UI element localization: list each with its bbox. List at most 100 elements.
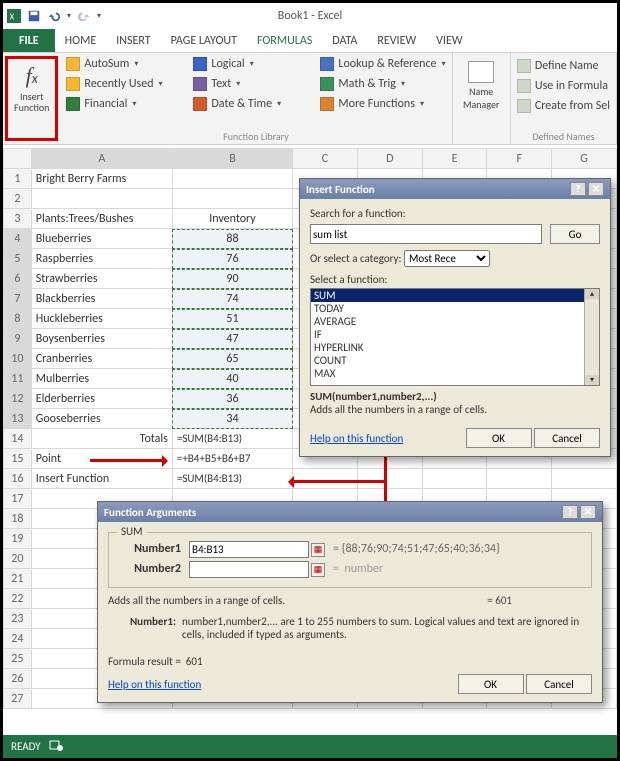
dialog-title-bar[interactable]: Insert Function ? ✕ — [300, 179, 610, 199]
macro-record-icon[interactable] — [49, 738, 63, 755]
col-header-B[interactable]: B — [172, 149, 292, 169]
cell-A1[interactable]: Bright Berry Farms — [31, 169, 172, 189]
cell-F16[interactable] — [487, 469, 552, 489]
col-header-C[interactable]: C — [293, 149, 358, 169]
cell-G16[interactable] — [552, 469, 617, 489]
cell-B4[interactable]: 88 — [172, 229, 292, 249]
row-header-9[interactable]: 9 — [4, 329, 32, 349]
row-header-26[interactable]: 26 — [4, 669, 32, 689]
category-select[interactable]: Most Rece — [404, 250, 490, 267]
cell-A12[interactable]: Elderberries — [31, 389, 172, 409]
tab-review[interactable]: REVIEW — [367, 29, 426, 52]
row-header-7[interactable]: 7 — [4, 289, 32, 309]
row-header-13[interactable]: 13 — [4, 409, 32, 429]
row-header-2[interactable]: 2 — [4, 189, 32, 209]
help-link[interactable]: Help on this function — [310, 432, 403, 445]
cell-B12[interactable]: 36 — [172, 389, 292, 409]
row-header-16[interactable]: 16 — [4, 469, 32, 489]
lib-more-functions[interactable]: More Functions▾ — [320, 95, 445, 113]
cell-B2[interactable] — [172, 189, 292, 209]
row-header-5[interactable]: 5 — [4, 249, 32, 269]
tab-home[interactable]: HOME — [55, 29, 107, 52]
function-option-average[interactable]: AVERAGE — [311, 315, 599, 328]
cell-B1[interactable] — [172, 169, 292, 189]
cell-A9[interactable]: Boysenberries — [31, 329, 172, 349]
lib-lookup-reference[interactable]: Lookup & Reference▾ — [320, 55, 445, 73]
cell-B15[interactable]: =+B4+B5+B6+B7 — [172, 449, 292, 469]
function-option-hyperlink[interactable]: HYPERLINK — [311, 341, 599, 354]
tab-insert[interactable]: INSERT — [106, 29, 160, 52]
dialog-title-bar[interactable]: Function Arguments ? ✕ — [98, 502, 602, 522]
cell-A5[interactable]: Raspberries — [31, 249, 172, 269]
undo-dropdown[interactable]: ▾ — [67, 11, 71, 21]
cell-A11[interactable]: Mulberries — [31, 369, 172, 389]
defn-use-in-formula[interactable]: Use in Formula — [517, 77, 610, 95]
help-icon[interactable]: ? — [570, 182, 586, 196]
scrollbar[interactable]: ▴▾ — [584, 289, 599, 385]
redo-icon[interactable] — [77, 9, 91, 23]
function-option-max[interactable]: MAX — [311, 367, 599, 380]
row-header-14[interactable]: 14 — [4, 429, 32, 449]
ok-button[interactable]: OK — [458, 674, 524, 694]
function-listbox[interactable]: SUMTODAYAVERAGEIFHYPERLINKCOUNTMAX▴▾ — [310, 288, 600, 386]
col-header-F[interactable]: F — [487, 149, 552, 169]
col-header-G[interactable]: G — [552, 149, 617, 169]
help-link[interactable]: Help on this function — [108, 678, 201, 691]
cell-B8[interactable]: 51 — [172, 309, 292, 329]
cell-A8[interactable]: Huckleberries — [31, 309, 172, 329]
insert-function-button[interactable]: fx Insert Function — [5, 56, 58, 141]
tab-data[interactable]: DATA — [322, 29, 367, 52]
row-header-1[interactable]: 1 — [4, 169, 32, 189]
cell-B7[interactable]: 74 — [172, 289, 292, 309]
row-header-19[interactable]: 19 — [4, 529, 32, 549]
go-button[interactable]: Go — [550, 224, 600, 244]
cell-B3[interactable]: Inventory — [172, 209, 292, 229]
cancel-button[interactable]: Cancel — [534, 428, 600, 448]
number2-input[interactable] — [189, 561, 309, 578]
lib-financial[interactable]: Financial▾ — [66, 95, 181, 113]
save-icon[interactable] — [27, 9, 41, 23]
function-option-sum[interactable]: SUM — [311, 289, 599, 302]
defn-create-from-sel[interactable]: Create from Sel — [517, 97, 610, 115]
search-input[interactable] — [310, 224, 542, 244]
cell-A3[interactable]: Plants:Trees/Bushes — [31, 209, 172, 229]
row-header-11[interactable]: 11 — [4, 369, 32, 389]
cell-B14[interactable]: =SUM(B4:B13) — [172, 429, 292, 449]
ok-button[interactable]: OK — [466, 428, 532, 448]
number1-input[interactable] — [189, 541, 309, 558]
cell-C16[interactable] — [293, 469, 358, 489]
lib-math-trig[interactable]: Math & Trig▾ — [320, 75, 445, 93]
row-header-23[interactable]: 23 — [4, 609, 32, 629]
cell-B5[interactable]: 76 — [172, 249, 292, 269]
cell-A4[interactable]: Blueberries — [31, 229, 172, 249]
close-icon[interactable]: ✕ — [580, 505, 596, 519]
row-header-21[interactable]: 21 — [4, 569, 32, 589]
cell-A6[interactable]: Strawberries — [31, 269, 172, 289]
row-header-18[interactable]: 18 — [4, 509, 32, 529]
cell-A2[interactable] — [31, 189, 172, 209]
row-header-4[interactable]: 4 — [4, 229, 32, 249]
name-manager-button[interactable] — [468, 61, 494, 83]
row-header-10[interactable]: 10 — [4, 349, 32, 369]
cancel-button[interactable]: Cancel — [526, 674, 592, 694]
function-option-count[interactable]: COUNT — [311, 354, 599, 367]
row-header-12[interactable]: 12 — [4, 389, 32, 409]
undo-icon[interactable] — [47, 9, 61, 23]
cell-E16[interactable] — [422, 469, 487, 489]
row-header-8[interactable]: 8 — [4, 309, 32, 329]
function-option-today[interactable]: TODAY — [311, 302, 599, 315]
row-header-20[interactable]: 20 — [4, 549, 32, 569]
tab-file[interactable]: FILE — [3, 29, 55, 52]
lib-logical[interactable]: Logical▾ — [193, 55, 308, 73]
cell-B10[interactable]: 65 — [172, 349, 292, 369]
tab-page-layout[interactable]: PAGE LAYOUT — [161, 29, 247, 52]
qat-customize[interactable]: ▾ — [97, 11, 101, 21]
row-header-24[interactable]: 24 — [4, 629, 32, 649]
cell-B11[interactable]: 40 — [172, 369, 292, 389]
cell-A10[interactable]: Cranberries — [31, 349, 172, 369]
row-header-3[interactable]: 3 — [4, 209, 32, 229]
function-option-if[interactable]: IF — [311, 328, 599, 341]
col-header-A[interactable]: A — [31, 149, 172, 169]
defn-define-name[interactable]: Define Name — [517, 57, 610, 75]
cell-A14[interactable]: Totals — [31, 429, 172, 449]
